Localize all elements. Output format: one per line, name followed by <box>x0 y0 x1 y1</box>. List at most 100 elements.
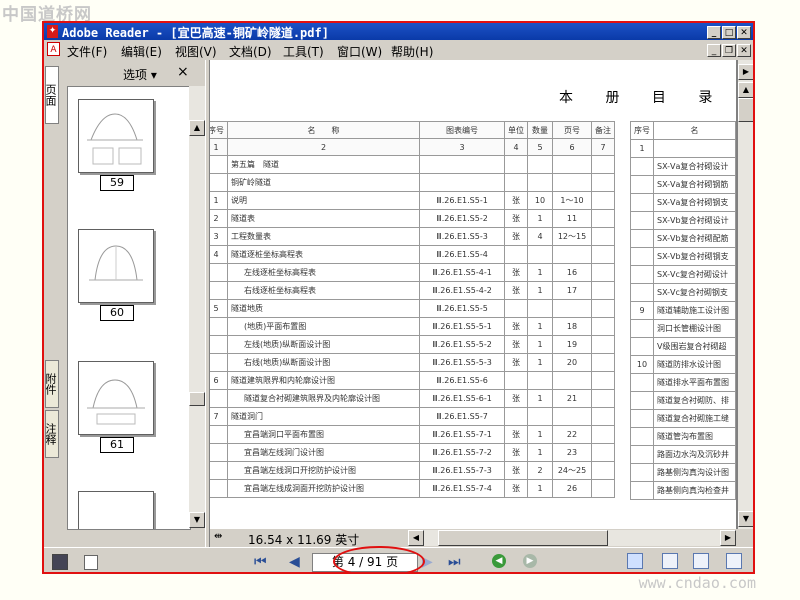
menu-window[interactable]: 窗口(W) <box>337 43 382 60</box>
cell-remark <box>591 227 615 246</box>
cell-page: 19 <box>552 335 592 354</box>
scroll-up-icon[interactable]: ▲ <box>189 120 205 136</box>
menu-tools[interactable]: 工具(T) <box>283 43 324 60</box>
cell-no <box>210 281 228 300</box>
document-icon[interactable] <box>84 555 98 570</box>
menu-document[interactable]: 文档(D) <box>229 43 272 60</box>
table-row: SX-Ⅴa复合衬砌钢筋 <box>630 175 736 194</box>
scroll-right-icon[interactable]: ▶ <box>738 64 753 80</box>
scroll-right-icon[interactable]: ▶ <box>720 530 736 546</box>
menu-file[interactable]: 文件(F) <box>67 43 107 60</box>
tab-pages[interactable]: 页面 <box>44 66 59 124</box>
cell-no <box>630 175 654 194</box>
scroll-thumb[interactable] <box>438 530 608 546</box>
split-handle-icon[interactable]: ⇹ <box>214 531 222 542</box>
single-page-view-icon[interactable] <box>627 553 643 569</box>
scroll-thumb[interactable] <box>738 98 753 122</box>
scroll-down-icon[interactable]: ▼ <box>189 512 205 528</box>
table-row: 第五篇 隧道 <box>210 155 615 174</box>
tab-attachments[interactable]: 附件 <box>44 360 59 408</box>
cell-remark <box>591 335 615 354</box>
cell-no <box>210 443 228 462</box>
menu-edit[interactable]: 编辑(E) <box>121 43 162 60</box>
table-row: 路基侧沟真沟设计图 <box>630 463 736 482</box>
cell-page <box>552 155 592 174</box>
close-button[interactable]: ✕ <box>737 26 751 39</box>
first-page-icon[interactable]: ⏮ <box>254 554 267 570</box>
cell-no: 2 <box>210 209 228 228</box>
highlight-annotation-circle <box>333 546 425 572</box>
table-row: 左线(地质)纵断面设计图 Ⅲ.26.E1.S5-5-2 张 1 19 <box>210 335 615 354</box>
col-no: 序号 <box>630 121 654 140</box>
thumbnail-drawing <box>87 379 145 425</box>
cell-no: 4 <box>210 245 228 264</box>
monitor-icon[interactable] <box>52 554 68 570</box>
page-thumbnail[interactable] <box>78 229 154 303</box>
cell-name: 隧道辅助施工设计图 <box>653 301 736 320</box>
cell-qty <box>527 371 553 390</box>
document-vscrollbar[interactable]: ▶ ▲ ▼ <box>738 60 753 529</box>
scroll-down-icon[interactable]: ▼ <box>738 511 753 527</box>
page-number-label: 61 <box>100 437 134 453</box>
page-number-label: 59 <box>100 175 134 191</box>
cell-name: SX-Ⅴa复合衬砌钢支 <box>653 193 736 212</box>
cell-unit: 张 <box>504 479 528 498</box>
cell-code: Ⅲ.26.E1.S5-7-2 <box>419 443 505 462</box>
last-page-icon[interactable]: ⏭ <box>448 554 461 570</box>
thumbnail-drawing <box>87 113 143 165</box>
cell-name: SX-Ⅴa复合衬砌设计 <box>653 157 736 176</box>
cell-remark <box>591 389 615 408</box>
cell-remark <box>591 407 615 426</box>
options-dropdown[interactable]: 选项 ▾ <box>123 66 157 83</box>
cell-no: 1 <box>210 191 228 210</box>
cell-code: Ⅲ.26.E1.S5-7-1 <box>419 425 505 444</box>
table-row: 宜昌端左线成洞面开挖防护设计图 Ⅲ.26.E1.S5-7-4 张 1 26 <box>210 479 615 498</box>
scroll-left-icon[interactable]: ◀ <box>408 530 424 546</box>
doc-restore-button[interactable]: ❐ <box>722 44 736 57</box>
facing-view-icon[interactable] <box>726 553 742 569</box>
cell-name: 隧道防排水设计图 <box>653 355 736 374</box>
pdf-doc-icon[interactable]: A <box>47 42 60 56</box>
page-thumbnail[interactable] <box>78 99 154 173</box>
table-row: 宜昌端左线洞门设计图 Ⅲ.26.E1.S5-7-2 张 1 23 <box>210 443 615 462</box>
maximize-button[interactable]: □ <box>722 26 736 39</box>
horizontal-scrolltrack[interactable] <box>424 530 720 546</box>
menu-help[interactable]: 帮助(H) <box>391 43 433 60</box>
cell-name: 右线(地质)纵断面设计图 <box>227 353 420 372</box>
thumbnail-scrollbar[interactable]: ▲ ▼ <box>189 86 205 528</box>
continuous-view-icon[interactable] <box>662 553 678 569</box>
document-view[interactable]: 本 册 目 录 序号 名 称 图表编号 单位 数量 页号 备注 1 2 3 4 … <box>210 60 738 529</box>
cell-page <box>552 299 592 318</box>
doc-close-button[interactable]: ✕ <box>737 44 751 57</box>
index-cell: 6 <box>552 138 592 156</box>
cell-no <box>210 335 228 354</box>
cell-name: SX-Ⅴc复合衬砌设计 <box>653 265 736 284</box>
minimize-button[interactable]: _ <box>707 26 721 39</box>
menu-view[interactable]: 视图(V) <box>175 43 217 60</box>
cell-name: 隧道管沟布置图 <box>653 427 736 446</box>
go-back-icon[interactable]: ◀ <box>492 554 506 568</box>
col-qty: 数量 <box>527 121 553 139</box>
scroll-up-icon[interactable]: ▲ <box>738 82 753 98</box>
close-panel-icon[interactable]: × <box>177 64 189 80</box>
cell-unit: 张 <box>504 191 528 210</box>
adobe-reader-icon: ✦ <box>47 25 58 38</box>
cell-name: 说明 <box>227 191 420 210</box>
page-thumbnail[interactable] <box>78 491 154 529</box>
doc-minimize-button[interactable]: _ <box>707 44 721 57</box>
cell-page: 26 <box>552 479 592 498</box>
pages-panel-header: 选项 ▾ × <box>61 60 205 86</box>
page-thumbnail[interactable] <box>78 361 154 435</box>
cell-page: 1～10 <box>552 191 592 210</box>
cell-unit: 张 <box>504 461 528 480</box>
go-forward-icon[interactable]: ▶ <box>523 554 537 568</box>
tab-comments[interactable]: 注释 <box>44 410 59 458</box>
continuous-facing-view-icon[interactable] <box>693 553 709 569</box>
cell-name: 宜昌端洞口平面布置图 <box>227 425 420 444</box>
cell-remark <box>591 479 615 498</box>
scroll-thumb[interactable] <box>189 392 205 406</box>
previous-page-icon[interactable]: ◀ <box>289 554 300 570</box>
cell-no: 3 <box>210 227 228 246</box>
cell-no: 7 <box>210 407 228 426</box>
cell-remark <box>591 353 615 372</box>
